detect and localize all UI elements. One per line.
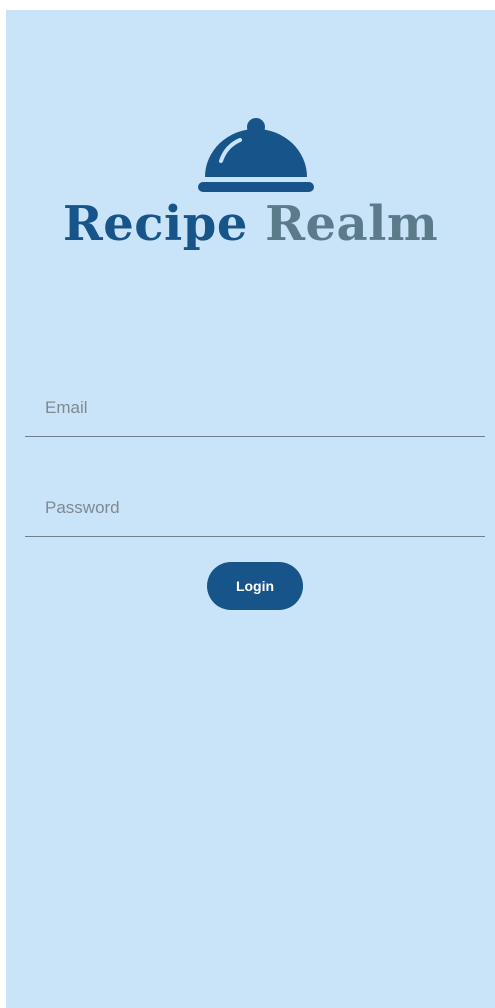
email-field[interactable] [25,380,485,436]
password-field-container [25,480,485,537]
cloche-icon [198,118,314,192]
app-title-part1: Recipe [62,196,248,252]
login-screen: Recipe Realm Login [6,10,495,1008]
app-title: Recipe Realm [6,194,495,254]
login-button[interactable]: Login [207,562,303,610]
email-field-container [25,380,485,437]
password-field[interactable] [25,480,485,536]
app-logo: Recipe Realm [6,110,495,280]
app-title-part2: Realm [265,196,439,252]
